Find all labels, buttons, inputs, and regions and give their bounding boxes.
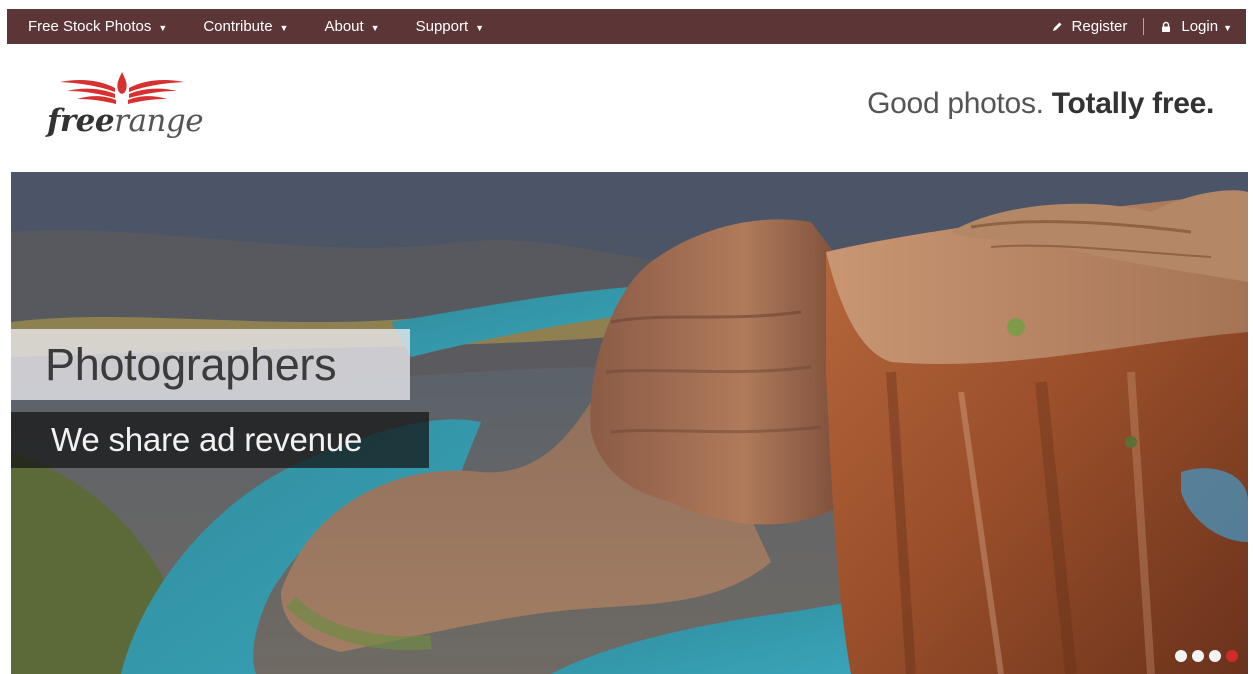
caret-down-icon: ▼: [158, 22, 168, 33]
site-header: freerange Good photos. Totally free.: [7, 44, 1246, 168]
register-label: Register: [1071, 18, 1128, 35]
register-link[interactable]: Register: [1045, 9, 1134, 44]
page: Free Stock Photos ▼ Contribute ▼ About ▼…: [0, 0, 1253, 674]
slider-dot-3[interactable]: [1209, 650, 1221, 662]
nav-contribute[interactable]: Contribute ▼: [196, 9, 295, 44]
logo-part1: free: [47, 103, 115, 139]
nav-left: Free Stock Photos ▼ Contribute ▼ About ▼…: [21, 9, 491, 44]
caret-down-icon: ▼: [1223, 22, 1232, 33]
slider-dots: [1170, 650, 1238, 662]
lock-icon: [1162, 21, 1171, 32]
tagline: Good photos. Totally free.: [867, 87, 1214, 121]
nav-about[interactable]: About ▼: [317, 9, 386, 44]
tagline-light: Good photos.: [867, 87, 1044, 120]
login-link[interactable]: Login ▼: [1154, 9, 1238, 44]
nav-contribute-label: Contribute: [203, 18, 273, 35]
slider-dot-4[interactable]: [1226, 650, 1238, 662]
hero-title: Photographers: [45, 338, 337, 390]
nav-right: Register Login ▼: [1045, 9, 1238, 44]
tagline-bold: Totally free.: [1051, 87, 1215, 120]
nav-free-stock-photos-label: Free Stock Photos: [28, 18, 152, 35]
hero-title-box: Photographers: [11, 329, 410, 400]
hero-slider[interactable]: Photographers We share ad revenue: [11, 172, 1248, 674]
hero-subtitle-box: We share ad revenue: [11, 412, 429, 468]
freerange-logo[interactable]: freerange: [47, 70, 207, 150]
nav-divider: [1143, 18, 1145, 35]
caret-down-icon: ▼: [279, 22, 289, 33]
slider-dot-2[interactable]: [1192, 650, 1204, 662]
logo-part2: range: [114, 103, 204, 139]
login-label: Login: [1181, 18, 1219, 35]
nav-support-label: Support: [415, 18, 469, 35]
caret-down-icon: ▼: [475, 22, 485, 33]
nav-support[interactable]: Support ▼: [409, 9, 491, 44]
pencil-icon: [1052, 22, 1062, 31]
hero-subtitle: We share ad revenue: [51, 421, 363, 458]
logo-wordmark: freerange: [47, 103, 204, 139]
nav-free-stock-photos[interactable]: Free Stock Photos ▼: [21, 9, 174, 44]
slider-dot-1[interactable]: [1175, 650, 1187, 662]
nav-about-label: About: [324, 18, 364, 35]
caret-down-icon: ▼: [370, 22, 380, 33]
top-nav: Free Stock Photos ▼ Contribute ▼ About ▼…: [7, 9, 1246, 44]
